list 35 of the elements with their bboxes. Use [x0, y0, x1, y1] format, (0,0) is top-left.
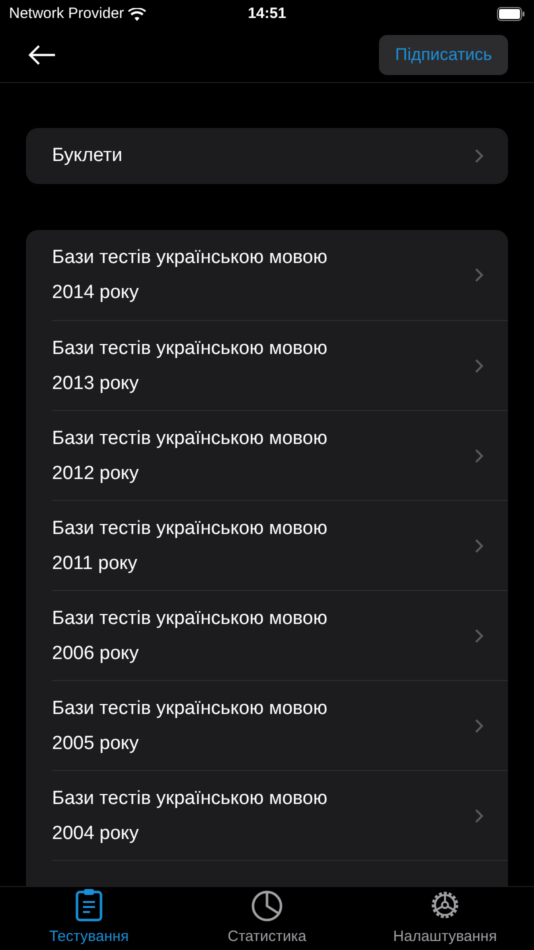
row-label: Бази тестів українською мовою 2013 року [52, 336, 328, 396]
row-label: Бази тестів українською мовою 2014 року [52, 246, 328, 305]
row-label: Бази тестів українською мовою 2005 року [52, 696, 328, 756]
chevron-right-icon [474, 267, 484, 283]
test-base-row[interactable]: Бази тестів українською мовою 2004 року [52, 770, 508, 860]
battery-icon [497, 7, 525, 21]
pie-chart-icon [251, 890, 283, 922]
subscribe-button[interactable]: Підписатись [379, 35, 508, 75]
tab[interactable]: Налаштування [356, 887, 534, 950]
chevron-right-icon [474, 718, 484, 734]
tab[interactable]: Статистика [178, 887, 356, 950]
chevron-right-icon [474, 148, 484, 164]
row-label: Бази тестів українською мовою 2011 року [52, 516, 328, 576]
row-label: Бази тестів українською мовою 2012 року [52, 426, 328, 486]
wifi-icon [128, 8, 146, 20]
test-base-row[interactable]: Бази тестів українською мовою 2013 року [52, 320, 508, 410]
chevron-right-icon [474, 448, 484, 464]
test-base-row[interactable]: Бази тестів українською мовою 2014 року [26, 230, 508, 320]
test-base-row[interactable]: Бази тестів українською мовою 2005 року [52, 680, 508, 770]
test-base-row[interactable]: Бази тестів українською мовою 2011 року [52, 500, 508, 590]
booklets-row[interactable]: Буклети [26, 128, 508, 184]
carrier-name: Network Provider [9, 4, 124, 24]
tab[interactable]: Тестування [0, 887, 178, 950]
clipboard-icon [75, 888, 103, 922]
chevron-right-icon [474, 628, 484, 644]
clock-time: 14:51 [248, 4, 286, 24]
chevron-right-icon [474, 808, 484, 824]
row-label: Бази тестів українською мовою 2006 року [52, 606, 328, 666]
test-base-row[interactable]: Бази тестів українською мовою 2006 року [52, 590, 508, 680]
row-label: Буклети [52, 144, 122, 168]
back-arrow-icon[interactable] [28, 44, 56, 66]
row-label: Бази тестів українською мовою 2004 року [52, 786, 328, 846]
chevron-right-icon [474, 358, 484, 374]
test-base-row[interactable]: Бази тестів українською мовою 2012 року [52, 410, 508, 500]
chevron-right-icon [474, 538, 484, 554]
